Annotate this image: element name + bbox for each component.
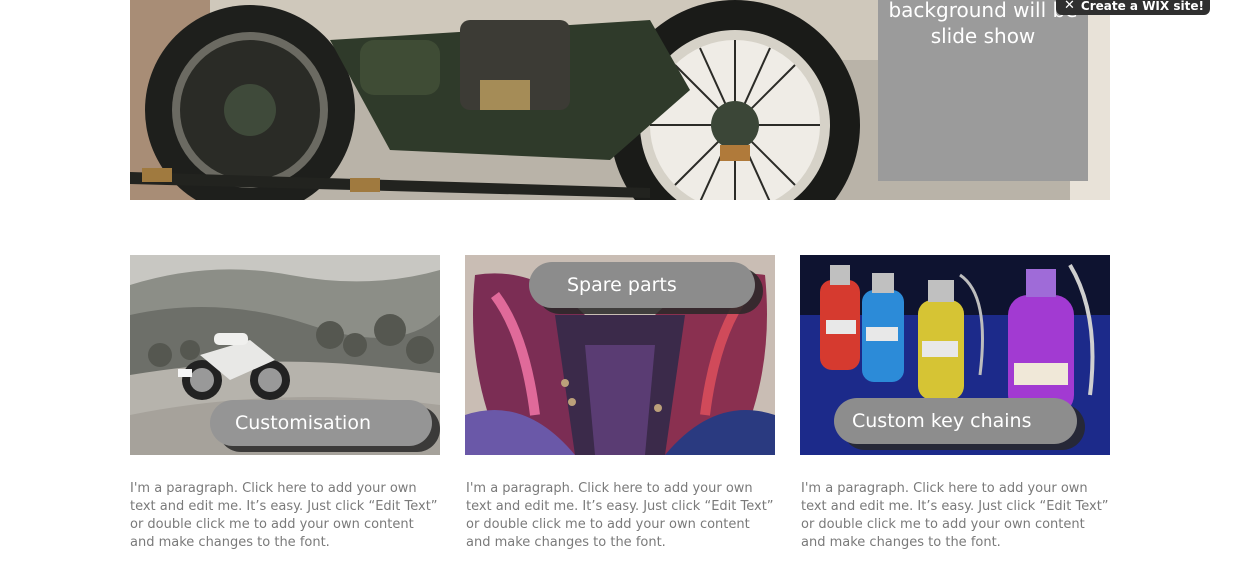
custom-key-chains-button[interactable]: Custom key chains: [834, 398, 1077, 444]
close-icon[interactable]: ✕: [1064, 0, 1075, 15]
hero-banner: background will be slide show: [130, 0, 1110, 200]
slideshow-placeholder-box: background will be slide show: [878, 0, 1088, 181]
card-spare-parts: Spare parts I'm a paragraph. Click here …: [465, 255, 775, 550]
card-image: Custom key chains: [800, 255, 1110, 455]
card-image: Spare parts: [465, 255, 775, 455]
card-image: Customisation: [130, 255, 440, 455]
create-wix-site-label[interactable]: Create a WIX site!: [1081, 0, 1204, 15]
card-paragraph: I'm a paragraph. Click here to add your …: [466, 481, 774, 550]
card-customisation: Customisation I'm a paragraph. Click her…: [130, 255, 440, 550]
slideshow-placeholder-line2: slide show: [930, 24, 1036, 48]
page: background will be slide show ✕ Create a…: [0, 0, 1249, 584]
create-wix-site-banner[interactable]: ✕ Create a WIX site!: [1056, 0, 1210, 15]
spare-parts-button[interactable]: Spare parts: [529, 262, 755, 308]
customisation-button[interactable]: Customisation: [210, 400, 432, 446]
card-paragraph: I'm a paragraph. Click here to add your …: [801, 481, 1109, 550]
card-custom-key-chains: Custom key chains I'm a paragraph. Click…: [800, 255, 1110, 550]
card-paragraph: I'm a paragraph. Click here to add your …: [130, 481, 438, 550]
